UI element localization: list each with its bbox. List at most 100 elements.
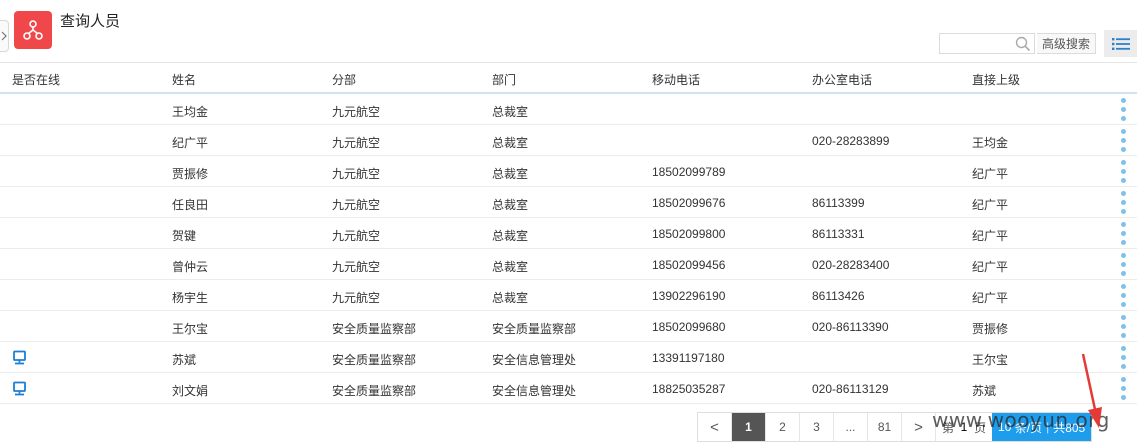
page-button-2[interactable]: 2 (766, 413, 800, 441)
annotation-arrow-icon (1081, 353, 1102, 428)
cell-branch: 九元航空 (332, 198, 381, 212)
cell-name: 王尔宝 (172, 322, 209, 336)
search-input[interactable] (940, 34, 1014, 53)
cell-name: 杨宇生 (172, 291, 209, 305)
column-header-mobile[interactable]: 移动电话 (652, 71, 700, 88)
cell-mobile: 18825035287 (652, 382, 726, 396)
column-header-manager[interactable]: 直接上级 (972, 71, 1020, 88)
cell-mobile: 13902296190 (652, 289, 726, 303)
cell-office-phone: 020-28283400 (812, 258, 890, 272)
sidebar-collapse-toggle[interactable] (0, 20, 9, 52)
table-row[interactable]: 杨宇生 九元航空 总裁室 13902296190 86113426 纪广平 (0, 280, 1137, 311)
cell-branch: 九元航空 (332, 136, 381, 150)
cell-department: 总裁室 (492, 198, 529, 212)
computer-icon (12, 381, 27, 399)
cell-manager: 苏斌 (972, 384, 997, 398)
cell-branch: 安全质量监察部 (332, 384, 417, 398)
table-row[interactable]: 贺键 九元航空 总裁室 18502099800 86113331 纪广平 (0, 218, 1137, 249)
prev-page-button[interactable]: < (698, 413, 732, 441)
cell-name: 纪广平 (172, 136, 209, 150)
cell-department: 总裁室 (492, 105, 529, 119)
more-vertical-icon[interactable] (1120, 220, 1126, 247)
table-header: 是否在线 姓名 分部 部门 移动电话 办公室电话 直接上级 (0, 62, 1137, 94)
page-button-last[interactable]: 81 (868, 413, 902, 441)
cell-name: 王均金 (172, 105, 209, 119)
cell-office-phone: 86113331 (812, 227, 865, 241)
cell-mobile: 18502099800 (652, 227, 726, 241)
table-row[interactable]: 刘文娟 安全质量监察部 安全信息管理处 18825035287 020-86113129… (0, 373, 1137, 404)
cell-mobile: 18502099789 (652, 165, 726, 179)
cell-branch: 九元航空 (332, 291, 381, 305)
chevron-right-icon (1, 31, 7, 41)
table-row[interactable]: 曾仲云 九元航空 总裁室 18502099456 020-28283400 纪广平 (0, 249, 1137, 280)
cell-manager: 王均金 (972, 136, 1009, 150)
advanced-search-button[interactable]: 高级搜索 (1037, 33, 1096, 54)
search-box[interactable] (939, 33, 1035, 54)
list-view-button[interactable] (1104, 30, 1137, 57)
cell-department: 总裁室 (492, 136, 529, 150)
more-vertical-icon[interactable] (1120, 96, 1126, 123)
cell-mobile: 18502099680 (652, 320, 726, 334)
more-vertical-icon[interactable] (1120, 189, 1126, 216)
more-vertical-icon[interactable] (1120, 344, 1126, 371)
table-row[interactable]: 王尔宝 安全质量监察部 安全质量监察部 18502099680 020-86113390… (0, 311, 1137, 342)
more-vertical-icon[interactable] (1120, 282, 1126, 309)
more-vertical-icon[interactable] (1120, 127, 1126, 154)
cell-branch: 安全质量监察部 (332, 322, 417, 336)
column-header-branch[interactable]: 分部 (332, 71, 356, 88)
table-row[interactable]: 纪广平 九元航空 总裁室 020-28283899 王均金 (0, 125, 1137, 156)
cell-department: 总裁室 (492, 229, 529, 243)
search-icon[interactable] (1015, 36, 1031, 52)
cell-branch: 九元航空 (332, 105, 381, 119)
cell-manager: 纪广平 (972, 167, 1009, 181)
table-row[interactable]: 王均金 九元航空 总裁室 (0, 94, 1137, 125)
cell-manager: 贾振修 (972, 322, 1009, 336)
cell-manager: 纪广平 (972, 260, 1009, 274)
personnel-table: 是否在线 姓名 分部 部门 移动电话 办公室电话 直接上级 王均金 九元航空 总裁室… (0, 62, 1137, 404)
cell-name: 贺键 (172, 229, 197, 243)
cell-department: 总裁室 (492, 167, 529, 181)
page-button-3[interactable]: 3 (800, 413, 834, 441)
cell-branch: 九元航空 (332, 167, 381, 181)
cell-branch: 九元航空 (332, 229, 381, 243)
page-title: 查询人员 (60, 12, 121, 30)
next-page-button[interactable]: > (902, 413, 936, 441)
page-button-1[interactable]: 1 (732, 413, 766, 441)
cell-office-phone: 020-86113129 (812, 382, 889, 396)
more-vertical-icon[interactable] (1120, 375, 1126, 402)
cell-department: 总裁室 (492, 260, 529, 274)
cell-office-phone: 020-28283899 (812, 134, 890, 148)
org-chart-icon (14, 11, 52, 49)
column-header-department[interactable]: 部门 (492, 71, 516, 88)
column-header-office-phone[interactable]: 办公室电话 (812, 71, 872, 88)
cell-branch: 九元航空 (332, 260, 381, 274)
cell-department: 总裁室 (492, 291, 529, 305)
more-vertical-icon[interactable] (1120, 251, 1126, 278)
cell-manager: 王尔宝 (972, 353, 1009, 367)
cell-manager: 纪广平 (972, 229, 1009, 243)
list-view-icon (1111, 37, 1130, 50)
cell-name: 苏斌 (172, 353, 197, 367)
cell-office-phone: 020-86113390 (812, 320, 889, 334)
cell-manager: 纪广平 (972, 291, 1009, 305)
computer-icon (12, 350, 27, 368)
cell-name: 曾仲云 (172, 260, 209, 274)
more-vertical-icon[interactable] (1120, 158, 1126, 185)
cell-name: 任良田 (172, 198, 209, 212)
cell-manager: 纪广平 (972, 198, 1009, 212)
cell-office-phone: 86113426 (812, 289, 865, 303)
table-row[interactable]: 苏斌 安全质量监察部 安全信息管理处 13391197180 王尔宝 (0, 342, 1137, 373)
cell-name: 贾振修 (172, 167, 209, 181)
cell-branch: 安全质量监察部 (332, 353, 417, 367)
column-header-online[interactable]: 是否在线 (12, 71, 60, 88)
cell-office-phone: 86113399 (812, 196, 865, 210)
cell-mobile: 18502099456 (652, 258, 726, 272)
page-ellipsis: ... (834, 413, 868, 441)
table-body: 王均金 九元航空 总裁室 纪广平 九元航空 总裁室 020-28283899 王均金 贾振修 九元… (0, 94, 1137, 404)
column-header-name[interactable]: 姓名 (172, 71, 196, 88)
cell-department: 安全质量监察部 (492, 322, 577, 336)
cell-mobile: 18502099676 (652, 196, 726, 210)
more-vertical-icon[interactable] (1120, 313, 1126, 340)
table-row[interactable]: 任良田 九元航空 总裁室 18502099676 86113399 纪广平 (0, 187, 1137, 218)
table-row[interactable]: 贾振修 九元航空 总裁室 18502099789 纪广平 (0, 156, 1137, 187)
